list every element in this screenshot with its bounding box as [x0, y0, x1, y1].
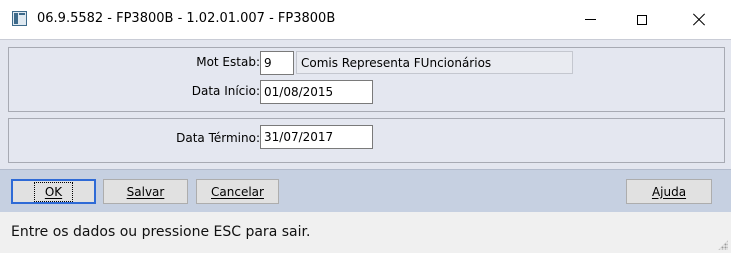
salvar-button[interactable]: Salvar [103, 179, 188, 204]
mot-estab-description: Comis Representa FUncionários [296, 51, 573, 74]
cancelar-button[interactable]: Cancelar [196, 179, 279, 204]
dialog-window: 06.9.5582 - FP3800B - 1.02.01.007 - FP38… [0, 0, 731, 253]
app-icon [12, 11, 27, 26]
data-termino-input[interactable]: 31/07/2017 [260, 125, 373, 149]
window-title: 06.9.5582 - FP3800B - 1.02.01.007 - FP38… [37, 11, 336, 26]
maximize-icon [637, 14, 647, 25]
minimize-icon [584, 19, 596, 20]
maximize-button[interactable] [619, 0, 665, 39]
close-icon [693, 14, 705, 26]
ajuda-button[interactable]: Ajuda [626, 179, 712, 204]
status-bar: Entre os dados ou pressione ESC para sai… [0, 212, 731, 253]
title-bar[interactable]: 06.9.5582 - FP3800B - 1.02.01.007 - FP38… [0, 0, 731, 39]
data-inicio-input[interactable]: 01/08/2015 [260, 80, 373, 104]
group-termino: Data Término: 31/07/2017 [8, 118, 725, 163]
form-area: Mot Estab: 9 Comis Representa FUncionári… [0, 39, 731, 253]
button-bar: OK Salvar Cancelar Ajuda [0, 169, 731, 212]
minimize-button[interactable] [567, 0, 613, 39]
resize-grip-icon[interactable] [718, 240, 728, 250]
ok-button-label: OK [33, 181, 74, 202]
mot-estab-label: Mot Estab: [196, 55, 260, 69]
data-termino-label: Data Término: [176, 131, 260, 145]
ok-button[interactable]: OK [11, 179, 96, 204]
close-button[interactable] [676, 0, 722, 39]
mot-estab-code-input[interactable]: 9 [260, 51, 294, 75]
status-message: Entre os dados ou pressione ESC para sai… [11, 224, 311, 240]
group-estab: Mot Estab: 9 Comis Representa FUncionári… [8, 47, 725, 112]
data-inicio-label: Data Início: [191, 84, 260, 98]
